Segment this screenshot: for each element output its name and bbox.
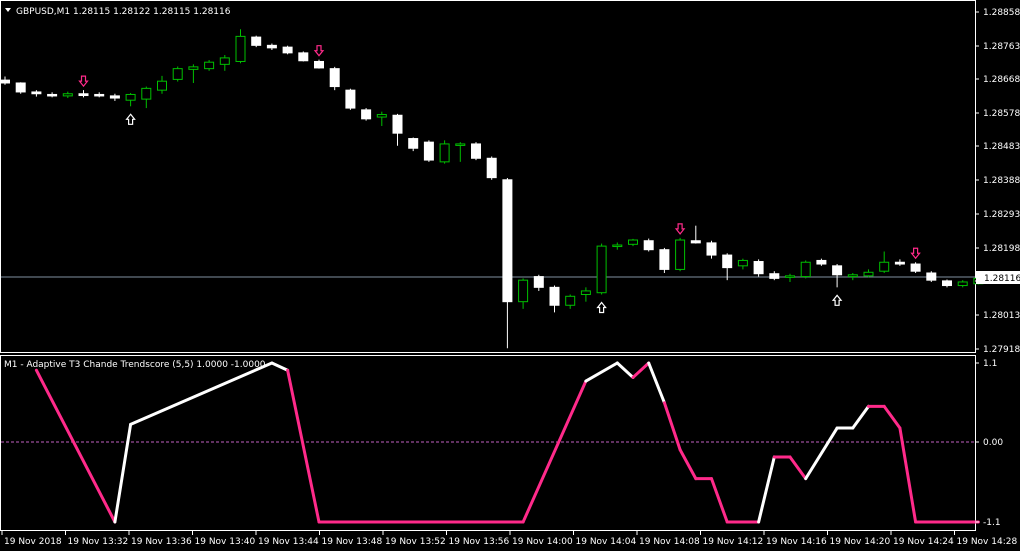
candle: [549, 286, 560, 306]
price-tick-label: 1.28483: [983, 142, 1020, 152]
candle: [753, 261, 764, 275]
time-tick-label: 19 Nov 14:28: [957, 537, 1018, 547]
candle: [94, 93, 105, 97]
price-tick-label: 1.28198: [983, 244, 1020, 254]
price-tick-label: 1.28388: [983, 176, 1020, 186]
candle: [894, 261, 905, 265]
price-tick-label: 1.28013: [983, 311, 1020, 321]
candle: [439, 143, 450, 163]
candle: [15, 82, 26, 93]
candle: [423, 141, 434, 161]
symbol-info: GBPUSD,M1 1.28115 1.28122 1.28115 1.2811…: [16, 7, 231, 17]
candle: [235, 35, 246, 62]
candle: [251, 36, 262, 46]
indicator-tick-label: 1.1: [983, 359, 997, 369]
indicator-axis[interactable]: 1.1 0.00 -1.1: [975, 359, 1003, 528]
candle: [942, 280, 952, 287]
time-tick-label: 19 Nov 14:08: [639, 537, 700, 547]
indicator-tick-label: -1.1: [983, 518, 1001, 528]
time-tick-label: 19 Nov 13:52: [385, 537, 446, 547]
candle: [643, 240, 654, 251]
candle: [109, 95, 120, 99]
time-tick-label: 19 Nov 13:36: [131, 537, 192, 547]
indicator-tick-label: 0.00: [983, 438, 1003, 448]
candle: [204, 61, 215, 70]
candle: [502, 179, 513, 303]
price-tick-label: 1.28578: [983, 109, 1020, 119]
candle: [282, 46, 293, 54]
candle: [533, 276, 544, 288]
candle: [675, 239, 686, 270]
candle: [47, 93, 58, 97]
time-tick-label: 19 Nov 13:44: [258, 537, 319, 547]
candle: [408, 138, 419, 149]
time-tick-label: 19 Nov 14:00: [512, 537, 573, 547]
candle: [832, 265, 843, 276]
candle: [722, 254, 733, 269]
candle: [62, 93, 73, 97]
time-tick-label: 19 Nov 14:16: [766, 537, 827, 547]
candle: [141, 87, 152, 100]
candle: [957, 281, 968, 287]
candle: [329, 68, 340, 88]
candle: [455, 143, 466, 146]
candle: [659, 249, 670, 270]
candle: [188, 66, 199, 70]
candle: [800, 261, 811, 278]
candle: [314, 60, 324, 69]
current-price-label: 1.28116: [984, 274, 1020, 284]
candle: [157, 80, 167, 91]
candle: [0, 79, 10, 84]
candle: [392, 114, 403, 134]
candle: [376, 114, 387, 118]
time-tick-label: 19 Nov 14:12: [703, 537, 764, 547]
price-axis[interactable]: 1.28858 1.28763 1.28668 1.28578 1.28483 1.283…: [975, 8, 1020, 355]
candle: [910, 263, 921, 272]
time-tick-label: 19 Nov 13:56: [449, 537, 510, 547]
candle: [879, 261, 890, 272]
candle: [172, 68, 183, 80]
candle: [125, 93, 136, 101]
candle: [486, 157, 497, 179]
candle: [361, 109, 372, 120]
candle: [690, 240, 701, 244]
candle: [816, 259, 827, 265]
time-tick-label: 19 Nov 13:48: [322, 537, 383, 547]
candle: [706, 242, 717, 256]
candle: [565, 295, 576, 306]
candle: [612, 244, 623, 248]
candle: [847, 274, 858, 278]
symbol-header: GBPUSD,M1 1.28115 1.28122 1.28115 1.2811…: [5, 7, 231, 17]
time-tick-label: 19 Nov 14:24: [893, 537, 954, 547]
time-axis[interactable]: 19 Nov 2018 19 Nov 13:32 19 Nov 13:36 19 No…: [1, 531, 1018, 547]
candle: [596, 245, 607, 294]
candle: [628, 239, 638, 245]
candle: [926, 272, 937, 281]
time-tick-label: 19 Nov 13:32: [68, 537, 129, 547]
price-tick-label: 1.28858: [983, 8, 1020, 18]
candle: [219, 57, 230, 65]
price-tick-label: 1.28668: [983, 75, 1020, 85]
candle: [580, 290, 591, 296]
candle: [863, 271, 874, 277]
candle: [345, 89, 356, 109]
candle: [266, 44, 277, 49]
candle: [31, 91, 42, 95]
time-tick-label: 19 Nov 13:40: [195, 537, 256, 547]
time-tick-label: 19 Nov 2018: [4, 537, 62, 547]
time-tick-label: 19 Nov 14:20: [830, 537, 891, 547]
candle: [471, 143, 481, 159]
indicator-title: M1 - Adaptive T3 Chande Trendscore (5,5)…: [4, 360, 266, 370]
price-tick-label: 1.27918: [983, 345, 1020, 355]
time-tick-label: 19 Nov 14:04: [576, 537, 637, 547]
candle: [769, 273, 780, 279]
candle: [298, 52, 309, 62]
candle: [78, 93, 89, 97]
price-tick-label: 1.28763: [983, 42, 1020, 52]
candle: [518, 279, 529, 303]
candle: [737, 259, 748, 267]
candle: [785, 275, 795, 278]
trading-chart[interactable]: GBPUSD,M1 1.28115 1.28122 1.28115 1.2811…: [0, 0, 1020, 551]
price-tick-label: 1.28293: [983, 210, 1020, 220]
